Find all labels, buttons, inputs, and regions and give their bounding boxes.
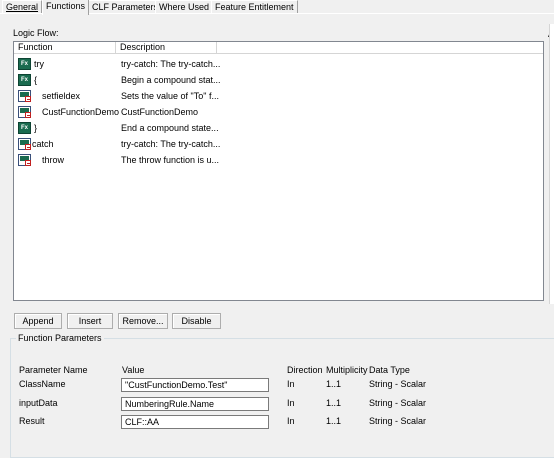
custom-function-icon — [18, 154, 31, 166]
tab-where-used[interactable]: Where Used — [155, 0, 214, 14]
function-name: try — [34, 59, 44, 69]
column-header-description[interactable]: Description — [116, 42, 217, 54]
disable-button[interactable]: Disable — [172, 313, 221, 329]
list-item[interactable]: Fx { Begin a compound stat... — [14, 73, 543, 89]
disable-label: Disable — [181, 316, 212, 326]
custom-function-icon — [18, 106, 31, 118]
tab-label: Feature Entitlement — [215, 2, 294, 12]
function-name: setfieldex — [42, 91, 81, 101]
param-direction: In — [287, 416, 295, 426]
param-multiplicity: 1..1 — [326, 398, 342, 408]
list-item[interactable]: setfieldex Sets the value of "To" f... — [14, 89, 543, 105]
list-item[interactable]: catch try-catch: The try-catch... — [14, 137, 543, 153]
function-parameters-title: Function Parameters — [16, 333, 104, 343]
function-description: The throw function is u... — [121, 155, 220, 165]
function-parameters-group — [10, 338, 554, 458]
param-name: inputData — [19, 398, 58, 408]
param-value-field[interactable]: NumberingRule.Name — [121, 397, 269, 411]
list-item[interactable]: CustFunctionDemo CustFunctionDemo — [14, 105, 543, 121]
function-icon: Fx — [18, 74, 31, 86]
tab-label: Where Used — [159, 2, 210, 12]
list-item[interactable]: Fx } End a compound state... — [14, 121, 543, 137]
function-description: Begin a compound stat... — [121, 75, 221, 85]
tab-clf-parameters[interactable]: CLF Parameters — [88, 0, 163, 14]
right-scrollbar[interactable] — [549, 24, 554, 304]
param-multiplicity: 1..1 — [326, 416, 342, 426]
column-header-label: Function — [18, 42, 53, 52]
param-header-direction: Direction — [287, 365, 323, 375]
param-header-value: Value — [122, 365, 145, 375]
tab-label: CLF Parameters — [92, 2, 159, 12]
logic-flow-list[interactable]: Function Description Fx try try-catch: T… — [13, 41, 544, 301]
column-header-label: Description — [120, 42, 166, 52]
list-item[interactable]: Fx try try-catch: The try-catch... — [14, 57, 543, 73]
tab-feature-entitlement[interactable]: Feature Entitlement — [211, 0, 298, 14]
append-button[interactable]: Append — [14, 313, 62, 329]
tab-functions[interactable]: Functions — [42, 0, 90, 15]
param-direction: In — [287, 379, 295, 389]
param-data-type: String - Scalar — [369, 398, 427, 408]
function-description: try-catch: The try-catch... — [121, 139, 221, 149]
param-name: ClassName — [19, 379, 66, 389]
remove-label: Remove... — [122, 316, 164, 326]
param-direction: In — [287, 398, 295, 408]
tab-general[interactable]: General — [2, 0, 43, 14]
tab-strip: General Functions CLF Parameters Where U… — [0, 0, 554, 16]
param-header-name: Parameter Name — [19, 365, 88, 375]
tab-label: Functions — [46, 1, 86, 11]
custom-function-icon — [18, 90, 31, 102]
function-description: try-catch: The try-catch... — [121, 59, 221, 69]
function-icon: Fx — [18, 122, 31, 134]
function-name: catch — [32, 139, 54, 149]
insert-button[interactable]: Insert — [67, 313, 113, 329]
function-name: CustFunctionDemo — [42, 107, 120, 117]
function-icon: Fx — [18, 58, 31, 70]
function-description: CustFunctionDemo — [121, 107, 199, 117]
list-item[interactable]: throw The throw function is u... — [14, 153, 543, 169]
function-description: End a compound state... — [121, 123, 219, 133]
column-header-function[interactable]: Function — [14, 42, 116, 54]
logic-flow-label: Logic Flow: — [13, 28, 59, 38]
insert-label: Insert — [78, 316, 102, 326]
append-label: Append — [22, 316, 54, 326]
remove-button[interactable]: Remove... — [118, 313, 168, 329]
custom-function-icon — [18, 138, 31, 150]
function-description: Sets the value of "To" f... — [121, 91, 219, 101]
param-name: Result — [19, 416, 45, 426]
param-header-multiplicity: Multiplicity — [326, 365, 368, 375]
function-name: { — [34, 75, 38, 85]
function-name: } — [34, 123, 38, 133]
column-header-filler — [217, 42, 543, 54]
param-header-data-type: Data Type — [369, 365, 410, 375]
param-value-field[interactable]: CLF::AA — [121, 415, 269, 429]
tab-label: General — [6, 2, 39, 12]
param-multiplicity: 1..1 — [326, 379, 342, 389]
param-data-type: String - Scalar — [369, 379, 427, 389]
function-name: throw — [42, 155, 65, 165]
param-value-field[interactable]: "CustFunctionDemo.Test" — [121, 378, 269, 392]
param-data-type: String - Scalar — [369, 416, 427, 426]
